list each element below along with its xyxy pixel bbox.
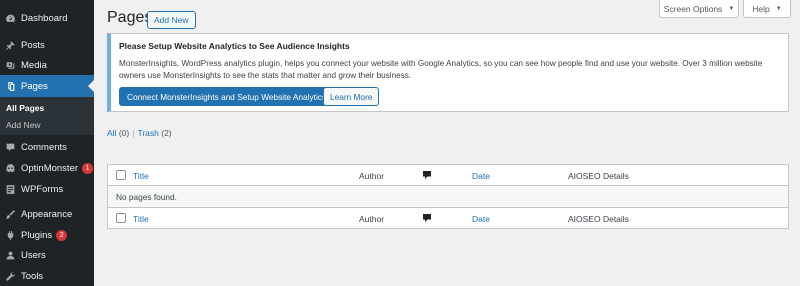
column-author: Author	[359, 171, 385, 181]
comment-icon	[4, 141, 16, 153]
sidebar-item-optinmonster[interactable]: OptinMonster 1	[0, 157, 94, 179]
sidebar-item-label: Plugins	[21, 229, 53, 241]
pages-table: Title Author Date AIOSEO Details No page…	[107, 164, 789, 229]
sidebar-item-pages[interactable]: Pages	[0, 75, 94, 97]
sidebar-item-label: Dashboard	[21, 12, 68, 24]
sidebar-item-label: OptinMonster	[21, 162, 79, 174]
page-title: Pages	[107, 9, 153, 26]
users-icon	[4, 249, 16, 261]
column-title-sort[interactable]: Title	[133, 171, 149, 181]
sidebar-item-label: Posts	[21, 39, 45, 51]
sidebar-item-label: Pages	[21, 80, 48, 92]
sidebar-item-tools[interactable]: Tools	[0, 265, 94, 286]
sidebar-item-label: Tools	[21, 270, 44, 282]
notice-title: Please Setup Website Analytics to See Au…	[119, 41, 350, 51]
dashboard-icon	[4, 12, 16, 24]
sidebar-item-dashboard[interactable]: Dashboard	[0, 7, 94, 29]
wrench-icon	[4, 270, 16, 282]
table-header-row: Title Author Date AIOSEO Details	[108, 165, 788, 186]
filter-all-link[interactable]: All (0)	[107, 128, 129, 138]
submenu-item-add-new[interactable]: Add New	[6, 120, 41, 130]
help-label: Help	[752, 3, 770, 14]
sidebar-item-wpforms[interactable]: WPForms	[0, 178, 94, 200]
notification-badge: 2	[56, 229, 68, 241]
filter-all-label: All	[107, 128, 117, 138]
sidebar-item-label: Comments	[21, 141, 67, 153]
column-aioseo-details: AIOSEO Details	[568, 171, 629, 181]
column-date-sort[interactable]: Date	[472, 214, 490, 224]
comment-bubble-icon[interactable]	[422, 170, 432, 180]
screen-options-tab[interactable]: Screen Options ▼	[659, 0, 739, 18]
sidebar-item-label: Appearance	[21, 208, 73, 220]
screen-options-label: Screen Options	[663, 3, 723, 14]
add-new-button[interactable]: Add New	[147, 11, 196, 29]
learn-more-button[interactable]: Learn More	[323, 87, 380, 106]
analytics-notice: Please Setup Website Analytics to See Au…	[107, 33, 789, 112]
select-all-checkbox[interactable]	[116, 170, 126, 180]
admin-sidebar: Dashboard Posts Media Pages All Pages Ad…	[0, 0, 94, 286]
media-icon	[4, 59, 16, 71]
comment-bubble-icon[interactable]	[422, 213, 432, 223]
column-date-sort[interactable]: Date	[472, 171, 490, 181]
sidebar-item-label: Users	[21, 249, 46, 261]
caret-down-icon: ▼	[728, 5, 735, 12]
sidebar-item-plugins[interactable]: Plugins 2	[0, 224, 94, 246]
pages-submenu: All Pages Add New	[0, 97, 94, 135]
wpforms-icon	[4, 183, 16, 195]
select-all-checkbox[interactable]	[116, 213, 126, 223]
page-status-filters: All (0) | Trash (2)	[107, 128, 172, 138]
submenu-item-all-pages[interactable]: All Pages	[6, 103, 44, 113]
caret-down-icon: ▼	[775, 5, 782, 12]
filter-separator: |	[132, 128, 135, 138]
no-pages-message: No pages found.	[116, 192, 177, 202]
active-indicator-arrow	[88, 80, 94, 92]
pages-icon	[4, 80, 16, 92]
plugin-icon	[4, 229, 16, 241]
notification-badge: 1	[82, 162, 94, 174]
filter-all-count: (0)	[118, 128, 130, 138]
sidebar-item-media[interactable]: Media	[0, 54, 94, 76]
sidebar-item-users[interactable]: Users	[0, 244, 94, 266]
column-author: Author	[359, 214, 385, 224]
sidebar-item-label: Media	[21, 59, 47, 71]
sidebar-item-posts[interactable]: Posts	[0, 34, 94, 56]
notice-body: MonsterInsights, WordPress analytics plu…	[119, 59, 763, 80]
column-aioseo-details: AIOSEO Details	[568, 214, 629, 224]
sidebar-item-appearance[interactable]: Appearance	[0, 203, 94, 225]
brush-icon	[4, 208, 16, 220]
pin-icon	[4, 39, 16, 51]
optinmonster-icon	[4, 162, 16, 174]
connect-monsterinsights-button[interactable]: Connect MonsterInsights and Setup Websit…	[119, 87, 335, 106]
column-title-sort[interactable]: Title	[133, 214, 149, 224]
sidebar-item-label: WPForms	[21, 183, 64, 195]
table-row: No pages found.	[108, 186, 788, 207]
filter-trash-label: Trash	[137, 128, 159, 138]
sidebar-item-comments[interactable]: Comments	[0, 136, 94, 158]
table-footer-row: Title Author Date AIOSEO Details	[108, 207, 788, 228]
help-tab[interactable]: Help ▼	[743, 0, 791, 18]
filter-trash-count: (2)	[161, 128, 172, 138]
filter-trash-link[interactable]: Trash (2)	[137, 128, 171, 138]
